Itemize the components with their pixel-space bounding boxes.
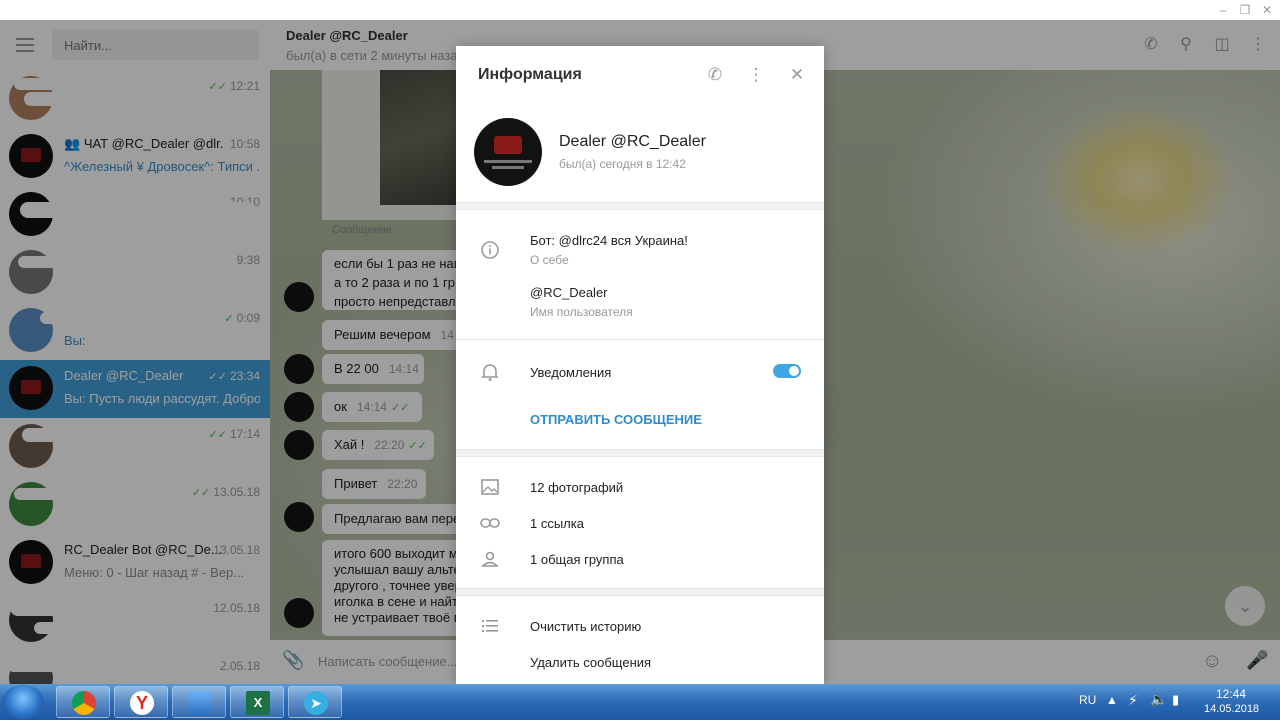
close-window-icon[interactable]: ✕ <box>1258 2 1276 18</box>
taskbar-chrome[interactable] <box>56 686 110 718</box>
taskbar-excel[interactable]: X <box>230 686 284 718</box>
section-divider <box>456 449 824 457</box>
telegram-icon: ➤ <box>304 691 328 715</box>
send-message-button[interactable]: ОТПРАВИТЬ СООБЩЕНИЕ <box>530 412 702 427</box>
network-icon[interactable]: ▮ <box>1172 692 1179 708</box>
taskbar: Y X ➤ RU ▲ ⚡ 🔈 ▮ 12:44 14.05.2018 <box>0 684 1280 720</box>
power-icon[interactable]: ⚡ <box>1128 692 1138 709</box>
info-dialog: Информация ✆ ⋮ ✕ Dealer @RC_Dealer был(а… <box>456 46 824 684</box>
computer-icon <box>188 691 212 715</box>
clock-date[interactable]: 14.05.2018 <box>1204 703 1259 715</box>
bio-text: Бот: @dlrc24 вся Украина! <box>530 233 688 248</box>
links-count[interactable]: 1 ссылка <box>530 516 584 531</box>
window-titlebar: – ❐ ✕ <box>0 0 1280 20</box>
info-title: Информация <box>478 66 582 83</box>
profile-avatar[interactable] <box>474 118 542 186</box>
notifications-toggle[interactable] <box>773 364 801 378</box>
close-icon[interactable]: ✕ <box>786 64 808 86</box>
minimize-icon[interactable]: – <box>1214 2 1232 18</box>
delete-messages-button[interactable]: Удалить сообщения <box>530 655 651 670</box>
bell-icon <box>481 364 499 381</box>
notifications-label: Уведомления <box>530 365 612 380</box>
more-icon[interactable]: ⋮ <box>745 64 767 86</box>
volume-icon[interactable]: 🔈 <box>1150 691 1167 708</box>
section-divider <box>456 588 824 596</box>
phone-icon[interactable]: ✆ <box>704 64 726 86</box>
start-button[interactable] <box>2 685 44 719</box>
yandex-icon: Y <box>130 691 154 715</box>
excel-icon: X <box>246 691 270 715</box>
link-icon <box>480 518 500 528</box>
profile-name: Dealer @RC_Dealer <box>559 133 706 150</box>
taskbar-yandex[interactable]: Y <box>114 686 168 718</box>
bio-label: О себе <box>530 253 569 267</box>
photos-count[interactable]: 12 фотографий <box>530 480 623 495</box>
clock-time[interactable]: 12:44 <box>1216 687 1246 701</box>
chrome-icon <box>72 691 96 715</box>
restore-icon[interactable]: ❐ <box>1236 2 1254 18</box>
taskbar-computer[interactable] <box>172 686 226 718</box>
section-divider <box>456 202 824 210</box>
tray-expand-icon[interactable]: ▲ <box>1106 693 1118 707</box>
taskbar-telegram[interactable]: ➤ <box>288 686 342 718</box>
username-label: Имя пользователя <box>530 305 633 319</box>
info-icon <box>481 241 499 259</box>
list-icon <box>482 620 498 632</box>
divider <box>456 339 824 340</box>
username-text[interactable]: @RC_Dealer <box>530 285 608 300</box>
profile-last-seen: был(а) сегодня в 12:42 <box>559 157 686 171</box>
clear-history-button[interactable]: Очистить историю <box>530 619 641 634</box>
groups-count[interactable]: 1 общая группа <box>530 552 624 567</box>
user-icon <box>481 551 499 567</box>
language-indicator[interactable]: RU <box>1079 693 1096 707</box>
photos-icon <box>481 479 499 495</box>
